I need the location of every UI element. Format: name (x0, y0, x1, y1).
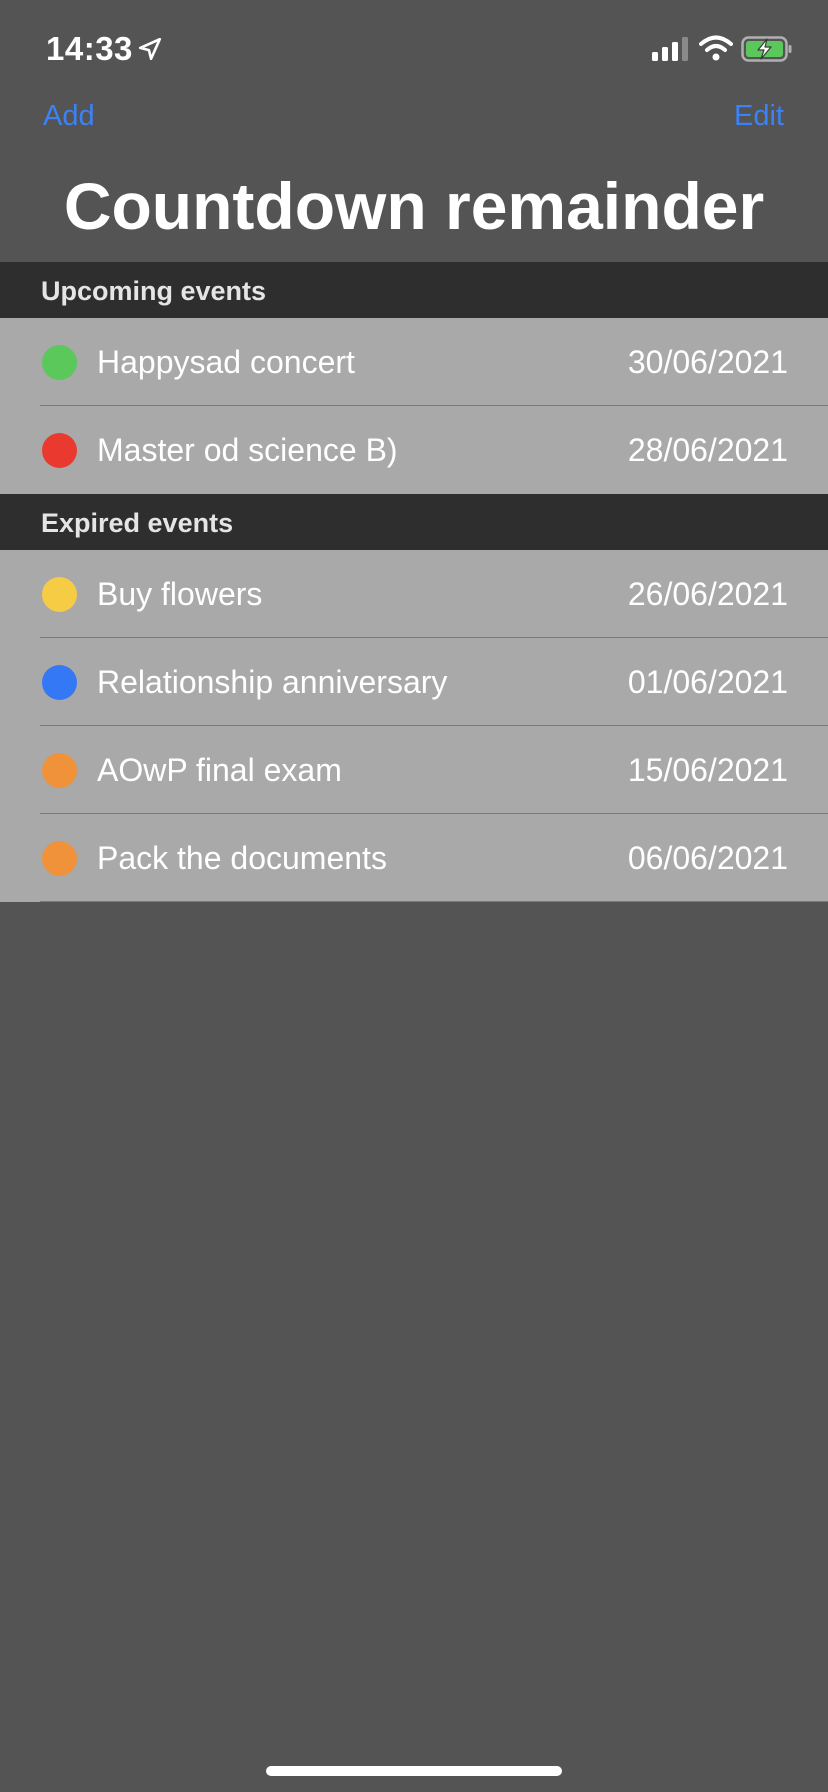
event-color-dot (42, 345, 77, 380)
add-button[interactable]: Add (43, 100, 95, 133)
status-bar: 14:33 (0, 0, 828, 100)
event-title: Relationship anniversary (97, 664, 448, 700)
home-indicator[interactable] (266, 1766, 562, 1776)
row-divider (40, 901, 828, 902)
section-header-expired: Expired events (0, 494, 828, 550)
battery-charging-icon (741, 36, 792, 62)
edit-button[interactable]: Edit (734, 100, 784, 133)
list-item[interactable]: Buy flowers 26/06/2021 (0, 550, 828, 638)
event-color-dot (42, 665, 77, 700)
cellular-signal-icon (652, 37, 688, 61)
event-date: 06/06/2021 (627, 840, 788, 876)
event-title: Master od science B) (97, 432, 398, 468)
event-title: Pack the documents (97, 840, 387, 876)
expired-events-list: Buy flowers 26/06/2021 Relationship anni… (0, 550, 828, 902)
event-date: 30/06/2021 (627, 344, 788, 380)
event-color-dot (42, 577, 77, 612)
event-title: Buy flowers (97, 576, 263, 612)
event-color-dot (42, 753, 77, 788)
upcoming-events-list: Happysad concert 30/06/2021 Master od sc… (0, 318, 828, 494)
event-date: 15/06/2021 (627, 752, 788, 788)
event-title: AOwP final exam (97, 752, 342, 788)
list-item[interactable]: Relationship anniversary 01/06/2021 (0, 638, 828, 726)
event-date: 26/06/2021 (627, 576, 788, 612)
list-item[interactable]: Pack the documents 06/06/2021 (0, 814, 828, 902)
event-title: Happysad concert (97, 344, 355, 380)
location-arrow-icon (138, 37, 162, 61)
wifi-icon (699, 35, 733, 61)
page-title: Countdown remainder (63, 169, 765, 243)
list-item[interactable]: Happysad concert 30/06/2021 (0, 318, 828, 406)
list-item[interactable]: Master od science B) 28/06/2021 (0, 406, 828, 494)
event-color-dot (42, 841, 77, 876)
list-item[interactable]: AOwP final exam 15/06/2021 (0, 726, 828, 814)
event-date: 28/06/2021 (627, 432, 788, 468)
event-date: 01/06/2021 (627, 664, 788, 700)
event-color-dot (42, 433, 77, 468)
section-header-upcoming: Upcoming events (0, 262, 828, 318)
status-time: 14:33 (46, 30, 133, 67)
